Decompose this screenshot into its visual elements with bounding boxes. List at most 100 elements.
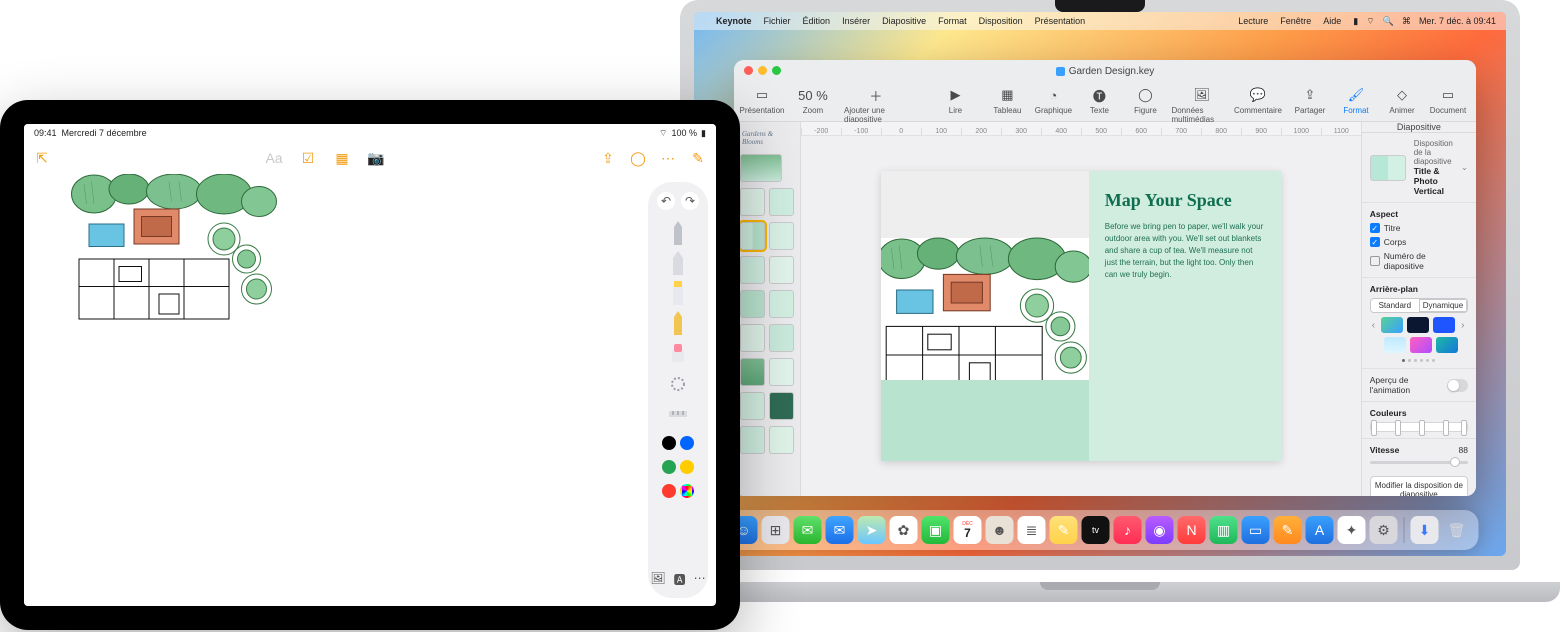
insert-image-icon[interactable]: 🖼 <box>650 571 665 588</box>
dock-mail[interactable]: ✉ <box>826 516 854 544</box>
checkbox-title[interactable]: ✓Titre <box>1370 223 1468 233</box>
toolbar-zoom[interactable]: 50 % Zoom <box>788 86 838 115</box>
current-slide[interactable]: Map Your Space Before we bring pen to pa… <box>881 171 1281 461</box>
speed-slider[interactable] <box>1370 461 1468 464</box>
anim-preview-toggle[interactable] <box>1447 379 1468 392</box>
edit-layout-button[interactable]: Modifier la disposition de diapositive <box>1370 476 1468 496</box>
dock-news[interactable]: N <box>1178 516 1206 544</box>
dock-notes[interactable]: ✎ <box>1050 516 1078 544</box>
menu-inserer[interactable]: Insérer <box>842 16 870 26</box>
slide-thumb[interactable] <box>769 358 794 386</box>
toolbar-view[interactable]: ▭Présentation <box>742 86 782 115</box>
link-collab-icon[interactable]: ◯ <box>630 150 646 166</box>
control-center-icon[interactable]: ⌘ <box>1402 16 1411 27</box>
bg-swatch[interactable] <box>1384 337 1406 353</box>
bg-swatch[interactable] <box>1433 317 1455 333</box>
share-icon[interactable]: ⇪ <box>600 150 616 166</box>
toolbar-table[interactable]: ▦Tableau <box>987 86 1027 115</box>
color-picker-icon[interactable] <box>680 484 694 498</box>
color-black[interactable] <box>662 436 676 450</box>
background-type-segmented[interactable]: Standard Dynamique <box>1370 298 1468 313</box>
dock-maps[interactable]: ➤ <box>858 516 886 544</box>
slide-text-area[interactable]: Map Your Space Before we bring pen to pa… <box>1089 171 1281 461</box>
dock-keynote[interactable]: ▭ <box>1242 516 1270 544</box>
toolbar-chart[interactable]: ◔Graphique <box>1033 86 1073 115</box>
checklist-icon[interactable]: ☑ <box>300 150 316 166</box>
toolbar-format[interactable]: 🖌Format <box>1336 86 1376 115</box>
ruler-tool[interactable] <box>662 402 694 426</box>
menu-lecture[interactable]: Lecture <box>1238 16 1268 26</box>
slide-thumb[interactable] <box>769 222 794 250</box>
menu-edition[interactable]: Édition <box>803 16 831 26</box>
lasso-tool[interactable] <box>662 372 694 396</box>
slide-thumb[interactable] <box>740 290 765 318</box>
slide-canvas[interactable]: Map Your Space Before we bring pen to pa… <box>801 136 1361 496</box>
slide-thumb[interactable] <box>769 392 794 420</box>
slide-thumb[interactable] <box>740 188 765 216</box>
menu-fichier[interactable]: Fichier <box>764 16 791 26</box>
toolbar-add-slide[interactable]: ＋Ajouter une diapositive <box>844 86 908 124</box>
inspector-tab[interactable]: Diapositive <box>1362 122 1476 133</box>
bg-swatch[interactable] <box>1436 337 1458 353</box>
color-red[interactable] <box>662 484 676 498</box>
dock-safari[interactable]: ✦ <box>1338 516 1366 544</box>
slide-thumb[interactable] <box>769 324 794 352</box>
slide-thumb[interactable] <box>740 154 782 182</box>
toolbar-shape[interactable]: ◯Figure <box>1125 86 1165 115</box>
checkbox-body[interactable]: ✓Corps <box>1370 237 1468 247</box>
ellipsis-circle-icon[interactable]: ⋯ <box>660 150 676 166</box>
dock-contacts[interactable]: ☻ <box>986 516 1014 544</box>
color-blue[interactable] <box>680 436 694 450</box>
seg-standard[interactable]: Standard <box>1371 299 1419 312</box>
battery-menubar-icon[interactable]: ▮ <box>1353 16 1358 27</box>
slide-thumb[interactable] <box>740 426 765 454</box>
slide-thumb[interactable] <box>769 188 794 216</box>
dock-calendar[interactable]: DÉC7 <box>954 516 982 544</box>
close-icon[interactable] <box>744 66 753 75</box>
slide-body-text[interactable]: Before we bring pen to paper, we'll walk… <box>1105 221 1265 281</box>
dock-messages[interactable]: ✉ <box>794 516 822 544</box>
slide-thumb[interactable] <box>740 392 765 420</box>
dock-numbers[interactable]: ▥ <box>1210 516 1238 544</box>
dock-reminders[interactable]: ≣ <box>1018 516 1046 544</box>
minimize-icon[interactable] <box>758 66 767 75</box>
slide-navigator[interactable]: Gardens & Blooms <box>734 122 801 496</box>
dock-podcasts[interactable]: ◉ <box>1146 516 1174 544</box>
eraser-tool[interactable] <box>662 342 694 366</box>
toolbar-play[interactable]: ▶Lire <box>935 86 975 115</box>
toolbar-animate[interactable]: ◇Animer <box>1382 86 1422 115</box>
menu-presentation[interactable]: Présentation <box>1035 16 1086 26</box>
slide-thumb[interactable] <box>769 426 794 454</box>
ipad-note-canvas[interactable] <box>24 174 648 606</box>
wifi-menubar-icon[interactable]: ⌔ <box>1366 16 1374 27</box>
bg-swatch[interactable] <box>1407 317 1429 333</box>
dock-settings[interactable]: ⚙ <box>1370 516 1398 544</box>
toolbar-text[interactable]: 🅣Texte <box>1079 86 1119 115</box>
toolbar-comment[interactable]: 💬Commentaire <box>1238 86 1278 115</box>
undo-icon[interactable]: ↶ <box>657 192 675 210</box>
layout-selector[interactable]: Disposition de la diapositive Title & Ph… <box>1370 139 1468 196</box>
checkbox-slidenumber[interactable]: Numéro de diapositive <box>1370 251 1468 271</box>
toolbar-document[interactable]: ▭Document <box>1428 86 1468 115</box>
app-menu[interactable]: Keynote <box>716 16 752 26</box>
document-proxy-icon[interactable] <box>1056 67 1065 76</box>
colors-gradient-bar[interactable] <box>1370 422 1468 432</box>
collapse-fullscreen-icon[interactable]: ⇱ <box>34 150 50 166</box>
camera-icon[interactable]: 📷 <box>368 150 384 166</box>
menubar-clock[interactable]: Mer. 7 déc. à 09:41 <box>1419 16 1496 26</box>
highlighter-tool[interactable] <box>662 282 694 306</box>
dock-pages[interactable]: ✎ <box>1274 516 1302 544</box>
pen-tool[interactable] <box>662 222 694 246</box>
slide-heading[interactable]: Map Your Space <box>1105 191 1265 211</box>
dock-launchpad[interactable]: ⊞ <box>762 516 790 544</box>
palette-more-icon[interactable]: ⋯ <box>694 571 706 588</box>
slide-thumb[interactable] <box>769 256 794 284</box>
redo-icon[interactable]: ↷ <box>681 192 699 210</box>
bg-swatch[interactable] <box>1381 317 1403 333</box>
spotlight-icon[interactable]: 🔍 <box>1383 16 1394 27</box>
swatch-prev-icon[interactable]: ‹ <box>1370 320 1377 331</box>
color-green[interactable] <box>662 460 676 474</box>
menu-fenetre[interactable]: Fenêtre <box>1280 16 1311 26</box>
dock-music[interactable]: ♪ <box>1114 516 1142 544</box>
bg-swatch[interactable] <box>1410 337 1432 353</box>
